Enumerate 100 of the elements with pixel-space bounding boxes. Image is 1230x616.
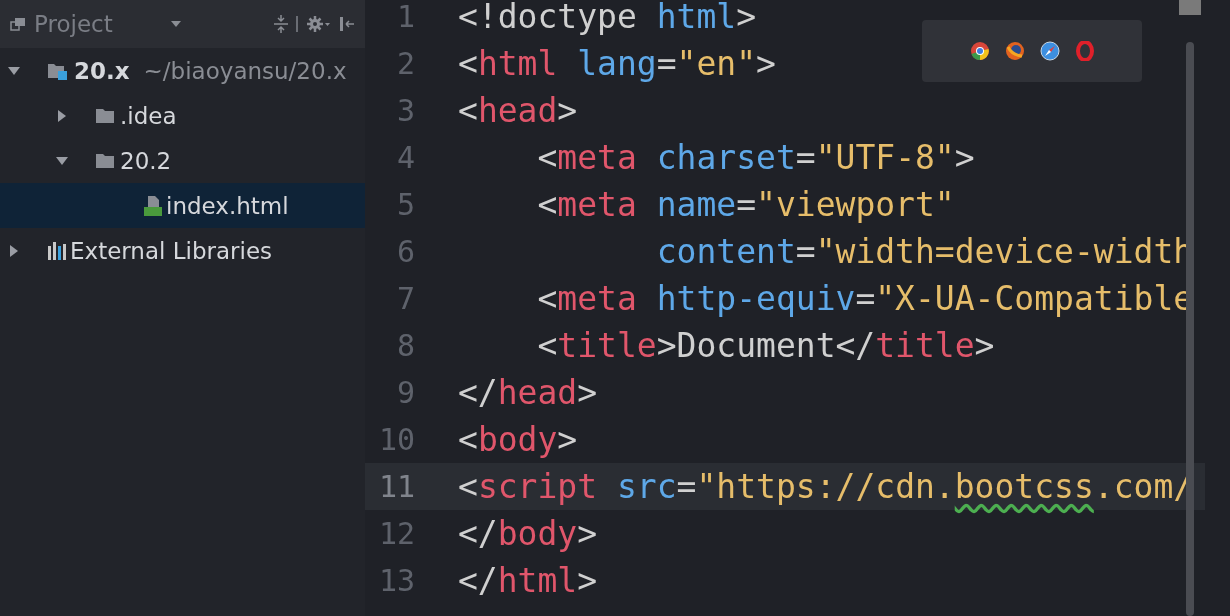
line-number: 7 xyxy=(395,280,415,318)
window-icon xyxy=(10,17,26,31)
punctuation: > xyxy=(954,138,975,177)
attribute-value: "width=device-width xyxy=(815,232,1194,271)
item-label: 20.2 xyxy=(120,147,172,174)
tag-name: title xyxy=(875,326,975,365)
attribute-value: "viewport" xyxy=(756,185,955,224)
tag-name: meta xyxy=(557,279,637,318)
tag-name: html xyxy=(477,44,558,83)
attribute-name: http-equiv xyxy=(655,279,856,318)
attribute-value: "X-UA-Compatible xyxy=(875,279,1194,318)
compass-icon[interactable] xyxy=(1039,41,1060,61)
line-number: 4 xyxy=(395,139,415,177)
tag-name: meta xyxy=(557,138,637,177)
folder-icon xyxy=(96,107,116,124)
library-icon xyxy=(48,241,66,260)
tree-item[interactable]: index.html xyxy=(0,183,365,228)
scrollbar[interactable] xyxy=(1186,42,1194,616)
punctuation: < xyxy=(458,44,478,83)
punctuation: < xyxy=(536,326,558,365)
punctuation: = xyxy=(656,44,677,83)
item-label: index.html xyxy=(166,192,289,219)
punctuation: < xyxy=(536,138,558,177)
line-number: 11 xyxy=(377,468,415,506)
tag-name: body xyxy=(477,420,558,459)
punctuation: </ xyxy=(458,561,498,600)
punctuation: = xyxy=(855,279,876,318)
punctuation: < xyxy=(536,185,558,224)
tag-name: html xyxy=(497,561,578,600)
attribute-name: name xyxy=(655,185,737,224)
attribute-value: "https://cdn. xyxy=(696,467,955,506)
tag-name: title xyxy=(557,326,657,365)
tree-item[interactable]: External Libraries xyxy=(0,228,365,273)
pin-icon[interactable] xyxy=(339,16,355,32)
tag-name: head xyxy=(497,373,578,412)
punctuation: > xyxy=(756,44,776,83)
line-number: 9 xyxy=(395,374,415,412)
tag-name: head xyxy=(477,91,558,130)
line-number: 10 xyxy=(377,421,415,459)
punctuation: > xyxy=(577,373,598,412)
ring-logo-icon[interactable] xyxy=(1074,41,1095,61)
line-number: 12 xyxy=(377,515,415,553)
line-number: 1 xyxy=(395,0,415,36)
attribute-value: "UTF-8" xyxy=(815,138,955,177)
attribute-name: src xyxy=(615,467,677,506)
expand-arrow-icon[interactable] xyxy=(8,244,20,257)
expand-arrow-icon[interactable] xyxy=(56,109,68,122)
tag-name: body xyxy=(497,514,578,553)
punctuation: < xyxy=(536,279,558,318)
divider-icon xyxy=(296,16,299,32)
punctuation: </ xyxy=(458,514,498,553)
expand-arrow-icon[interactable] xyxy=(8,64,20,77)
punctuation: > xyxy=(736,0,757,36)
caret-icon[interactable] xyxy=(170,21,181,27)
tree-item[interactable]: 20.2 xyxy=(0,138,365,183)
item-label: 20.x xyxy=(74,57,130,84)
attribute-value: "en" xyxy=(676,44,757,83)
punctuation: = xyxy=(795,138,816,177)
punctuation: = xyxy=(736,185,757,224)
punctuation: > xyxy=(577,514,598,553)
attribute-value: bootcss xyxy=(954,467,1094,506)
attribute-name: html xyxy=(656,0,737,36)
item-label: External Libraries xyxy=(70,237,273,264)
circle-logo-icon[interactable] xyxy=(969,41,990,61)
folder-icon xyxy=(96,152,116,169)
settings-icon[interactable] xyxy=(307,16,331,32)
attribute-name: lang xyxy=(576,44,657,83)
punctuation: > xyxy=(557,91,578,130)
punctuation: = xyxy=(676,467,697,506)
expand-arrow-icon[interactable] xyxy=(56,154,68,167)
line-number: 5 xyxy=(395,186,415,224)
punctuation: = xyxy=(795,232,816,271)
line-number: 3 xyxy=(395,92,415,130)
scroll-corner xyxy=(1179,0,1201,15)
html-file-icon xyxy=(144,195,162,216)
punctuation: < xyxy=(458,420,478,459)
punctuation: > xyxy=(557,420,578,459)
collapse-icon[interactable] xyxy=(274,15,288,33)
line-number: 8 xyxy=(395,327,415,365)
item-path: ~/biaoyansu/20.x xyxy=(143,57,347,84)
item-label: .idea xyxy=(120,102,177,129)
punctuation: < xyxy=(458,91,478,130)
line-number: 13 xyxy=(377,562,415,600)
attribute-value: .com/ xyxy=(1093,467,1194,506)
fox-logo-icon[interactable] xyxy=(1004,41,1025,61)
tag-name: script xyxy=(477,467,598,506)
punctuation: </ xyxy=(458,373,498,412)
tag-name: meta xyxy=(557,185,637,224)
punctuation: > xyxy=(577,561,598,600)
punctuation: < xyxy=(458,467,478,506)
punctuation: <!doctype xyxy=(458,0,638,36)
attribute-name: charset xyxy=(655,138,796,177)
punctuation: > xyxy=(974,326,995,365)
line-number: 2 xyxy=(395,45,415,83)
punctuation: >Document</ xyxy=(656,326,876,365)
line-number: 6 xyxy=(395,233,415,271)
module-folder-icon xyxy=(48,61,70,80)
attribute-name: content xyxy=(655,232,796,271)
tree-item[interactable]: .idea xyxy=(0,93,365,138)
tree-item[interactable]: 20.x ~/biaoyansu/20.x xyxy=(0,48,365,93)
